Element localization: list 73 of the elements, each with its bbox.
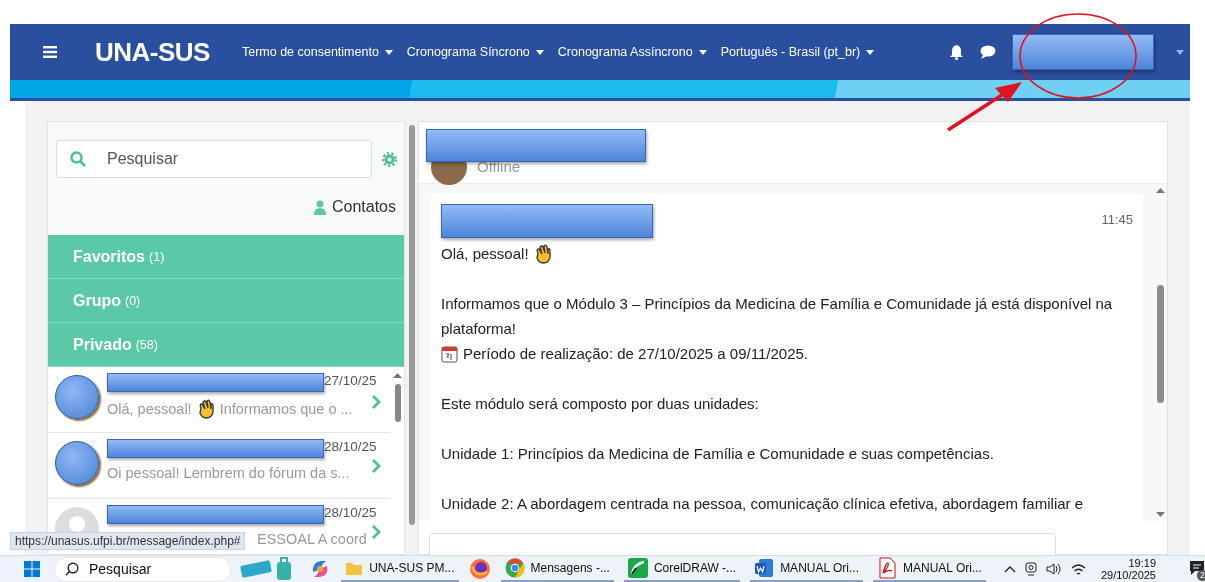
message-time: 11:45 — [1101, 212, 1133, 227]
message-text: Informamos que o Módulo 3 – Princípios da Medicina de Família e Comunidade já está disponível na plataforma! — [441, 294, 1114, 339]
nav-menu[interactable]: Cronograma Síncrono — [406, 45, 544, 59]
wifi-icon[interactable] — [1070, 562, 1086, 576]
speaker-icon[interactable] — [1045, 562, 1062, 576]
site-logo[interactable]: UNA-SUS — [95, 36, 210, 68]
caret-icon — [535, 49, 544, 55]
nav-menu[interactable]: Português - Brasil (pt_br) — [720, 45, 875, 59]
status-text: Offline — [477, 158, 521, 175]
notification-badge: 2 — [1197, 569, 1205, 581]
chat-icon[interactable] — [980, 45, 996, 59]
message-text: Unidade 1: Princípios da Medicina de Família e Comunidade e suas competências. — [441, 444, 994, 464]
nav-menu[interactable]: Termo de consentimento — [241, 45, 393, 59]
message-text: Unidade 2: A abordagem centrada na pessoa, comunicação clínica efetiva, abordagem familiar e — [441, 494, 1084, 514]
globe-icon[interactable] — [468, 558, 491, 580]
taskbar-button[interactable]: Mensagens -... — [500, 556, 614, 582]
conversation-item[interactable]: 27/10/25 Olá, pessoal! Informamos que o ... — [48, 367, 391, 433]
chevron-right-icon[interactable] — [370, 395, 381, 409]
scrollbar[interactable] — [394, 384, 401, 422]
circle-logo-icon — [504, 558, 525, 578]
conversation-date: 28/10/25 — [324, 439, 377, 454]
contacts-link[interactable]: Contatos — [313, 198, 396, 216]
person-icon — [313, 199, 326, 215]
taskbar-button[interactable]: UNA-SUS PM... — [341, 556, 459, 582]
message-text: Olá, pessoal! — [441, 244, 529, 264]
waving-hand-icon — [533, 243, 552, 264]
redaction-block[interactable] — [1012, 34, 1154, 70]
message-preview: Olá, pessoal! — [107, 401, 192, 417]
scrollbar[interactable] — [408, 125, 415, 525]
document-icon — [754, 558, 775, 578]
scroll-up-icon[interactable] — [1155, 188, 1165, 193]
status-url: https://unasus.ufpi.br/message/index.php# — [10, 532, 246, 550]
search-placeholder: Pesquisar — [89, 561, 152, 577]
caret-icon — [1176, 49, 1184, 55]
folder-icon — [345, 560, 364, 576]
message-preview: Informamos que o ... — [219, 401, 353, 417]
chevron-right-icon[interactable] — [370, 459, 381, 473]
menu-icon[interactable] — [43, 46, 57, 58]
search-icon — [65, 562, 79, 576]
pen-nib-icon — [627, 558, 648, 578]
search-icon — [70, 151, 86, 167]
message-text: Período de realização: de 27/10/2025 a 09/11/2025. — [463, 344, 808, 364]
settings-icon[interactable] — [382, 151, 397, 167]
chevron-up-icon[interactable] — [1003, 565, 1016, 573]
taskbar-button[interactable]: CorelDRAW -... — [623, 556, 741, 582]
meeting-icon[interactable] — [1024, 562, 1037, 576]
scroll-down-icon[interactable] — [1155, 512, 1165, 517]
taskbar-search-field[interactable]: Pesquisar — [54, 556, 232, 582]
pdf-icon — [877, 557, 898, 579]
avatar — [55, 375, 99, 419]
chevron-right-icon[interactable] — [370, 525, 381, 539]
search-field[interactable]: Pesquisar — [56, 140, 372, 178]
message-preview: ESSOAL A coord — [257, 531, 367, 547]
conversation-item[interactable]: 28/10/25 Oi pessoal! Lembrem do fórum da s... — [48, 433, 391, 499]
waving-hand-icon — [196, 399, 215, 419]
scrollbar[interactable] — [1156, 285, 1164, 403]
calendar-icon — [441, 344, 458, 363]
message-text: Este módulo será composto por duas unidades: — [441, 394, 759, 414]
bell-icon[interactable] — [949, 44, 964, 60]
avatar — [55, 441, 99, 485]
caret-icon — [698, 49, 707, 55]
clock-date[interactable]: 29/10/2025 — [1100, 569, 1156, 581]
nav-menu[interactable]: Cronograma Assíncrono — [557, 45, 707, 59]
scroll-up-icon[interactable] — [393, 373, 402, 378]
caret-icon — [384, 49, 393, 55]
taskbar-button[interactable]: MANUAL Ori... — [750, 556, 864, 582]
clock-time[interactable]: 19:19 — [1128, 557, 1156, 569]
taskbar-button[interactable]: MANUAL Ori... — [873, 556, 986, 582]
notification-icon[interactable] — [1189, 559, 1205, 576]
conversation-date: 27/10/25 — [324, 373, 377, 388]
conversation-date: 28/10/25 — [324, 505, 377, 520]
message-preview: Oi pessoal! Lembrem do fórum da s... — [107, 465, 350, 481]
caret-icon — [866, 49, 875, 55]
